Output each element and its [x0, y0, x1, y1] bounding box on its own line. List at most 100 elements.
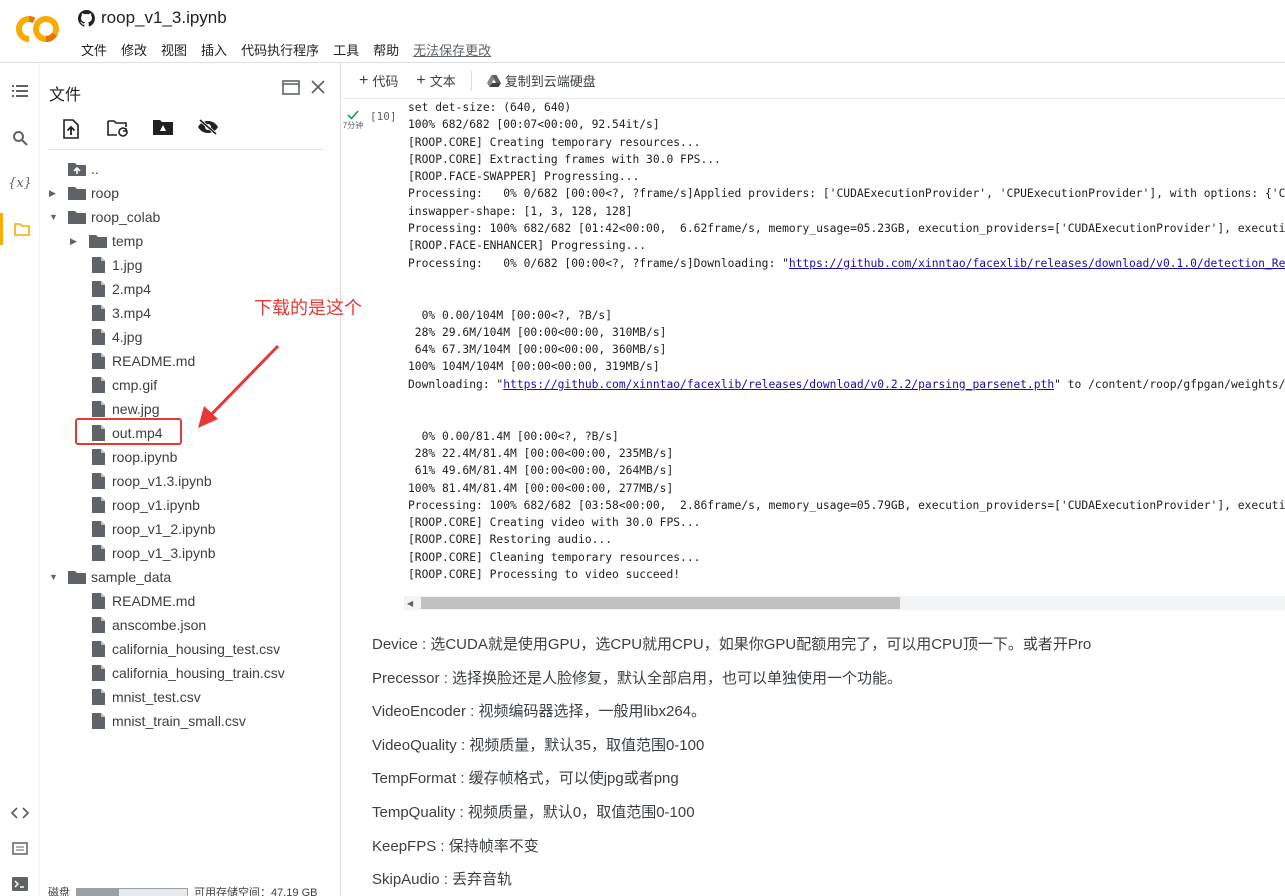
output-line: inswapper-shape: [1, 3, 128, 128]: [408, 204, 633, 218]
tree-file[interactable]: mnist_test.csv: [88, 685, 201, 709]
tree-file[interactable]: california_housing_train.csv: [88, 661, 285, 685]
annotation-highlight-box: [75, 418, 182, 445]
table-of-contents-icon[interactable]: [0, 75, 40, 107]
tree-file[interactable]: roop.ipynb: [88, 445, 177, 469]
output-line: 28% 22.4M/81.4M [00:00<00:00, 235MB/s]: [408, 446, 674, 460]
tree-file[interactable]: anscombe.json: [88, 613, 206, 637]
tree-item-label: sample_data: [91, 569, 172, 585]
tree-item-label: 1.jpg: [112, 257, 143, 273]
mount-drive-icon[interactable]: [152, 119, 197, 139]
output-line: [ROOP.CORE] Cleaning temporary resources…: [408, 550, 701, 564]
notebook-title[interactable]: roop_v1_3.ipynb: [101, 8, 227, 28]
add-code-button[interactable]: + 代码: [350, 71, 407, 90]
file-icon: [88, 353, 108, 369]
tree-file[interactable]: cmp.gif: [88, 373, 157, 397]
tree-file[interactable]: README.md: [88, 589, 195, 613]
output-line: [ROOP.FACE-SWAPPER] Progressing...: [408, 170, 640, 184]
hide-files-icon[interactable]: [197, 119, 242, 139]
tree-item-label: mnist_train_small.csv: [112, 713, 246, 729]
menu-tools[interactable]: 工具: [326, 40, 366, 59]
tree-item-label: new.jpg: [112, 401, 160, 417]
menu-insert[interactable]: 插入: [194, 40, 234, 59]
download-link[interactable]: https://github.com/xinntao/facexlib/rele…: [789, 257, 1285, 270]
tree-item-label: anscombe.json: [112, 617, 207, 633]
menu-edit[interactable]: 修改: [114, 40, 154, 59]
output-line: Processing: 0% 0/682 [00:00<?, ?frame/s]…: [408, 255, 1285, 272]
output-line: [ROOP.CORE] Creating temporary resources…: [408, 135, 701, 149]
close-icon[interactable]: [311, 80, 325, 94]
tree-file[interactable]: 4.jpg: [88, 325, 142, 349]
output-line: Downloading: "https://github.com/xinntao…: [408, 377, 1285, 391]
folder-icon[interactable]: [0, 213, 40, 245]
scrollbar-thumb[interactable]: [421, 597, 900, 609]
output-line: 0% 0.00/81.4M [00:00<?, ?B/s]: [408, 429, 619, 443]
refresh-folder-icon[interactable]: [107, 119, 152, 139]
menu-help[interactable]: 帮助: [366, 40, 406, 59]
download-link[interactable]: https://github.com/xinntao/facexlib/rele…: [503, 378, 1054, 391]
tree-file[interactable]: california_housing_test.csv: [88, 637, 280, 661]
command-palette-icon[interactable]: [0, 832, 40, 864]
menu-file[interactable]: 文件: [74, 40, 114, 59]
tree-item-label: README.md: [112, 353, 196, 369]
tree-file[interactable]: 3.mp4: [88, 301, 151, 325]
tree-folder[interactable]: ▼ roop_colab: [49, 205, 160, 229]
tree-file[interactable]: roop_v1_3.ipynb: [88, 541, 216, 565]
tree-file[interactable]: roop_v1.ipynb: [88, 493, 200, 517]
chevron-right-icon[interactable]: ▶: [70, 236, 77, 247]
chevron-down-icon[interactable]: ▼: [49, 572, 58, 582]
tree-file[interactable]: 2.mp4: [88, 277, 151, 301]
scroll-left-icon[interactable]: ◀: [407, 599, 413, 608]
tree-parent-dir[interactable]: ..: [67, 157, 99, 181]
colab-window: roop_v1_3.ipynb 文件 修改 视图 插入 代码执行程序 工具 帮助…: [0, 0, 1285, 896]
file-icon: [88, 473, 108, 489]
tree-file[interactable]: mnist_train_small.csv: [88, 709, 246, 733]
tree-item-label: roop_v1.ipynb: [112, 497, 200, 513]
upload-icon[interactable]: [62, 119, 107, 139]
copy-to-drive-button[interactable]: 复制到云端硬盘: [478, 71, 605, 90]
tree-folder[interactable]: ▼ sample_data: [49, 565, 172, 589]
tree-file[interactable]: roop_v1.3.ipynb: [88, 469, 212, 493]
tree-item-label: README.md: [112, 593, 196, 609]
tree-item-label: ..: [91, 161, 99, 177]
output-line: [ROOP.FACE-ENHANCER] Progressing...: [408, 239, 647, 253]
folder-icon: [88, 234, 108, 248]
tree-item-label: 2.mp4: [112, 281, 151, 297]
tree-file[interactable]: README.md: [88, 349, 195, 373]
output-line: [ROOP.CORE] Processing to video succeed!: [408, 568, 681, 582]
description-line: TempQuality : 视频质量，默认0，取值范围0-100: [372, 803, 695, 821]
tree-item-label: roop.ipynb: [112, 449, 178, 465]
output-line: 64% 67.3M/104M [00:00<00:00, 360MB/s]: [408, 343, 667, 357]
cell-gutter: 7分钟 [10]: [342, 100, 404, 610]
output-line: 100% 682/682 [00:07<00:00, 92.54it/s]: [408, 118, 660, 132]
menu-view[interactable]: 视图: [154, 40, 194, 59]
annotation-text: 下载的是这个: [254, 298, 362, 318]
variables-icon[interactable]: {x}: [0, 167, 40, 199]
colab-logo[interactable]: [14, 12, 62, 46]
chevron-down-icon[interactable]: ▼: [49, 212, 58, 222]
unsaved-changes-link[interactable]: 无法保存更改: [406, 40, 498, 59]
file-icon: [88, 329, 108, 345]
horizontal-scrollbar[interactable]: ◀: [404, 596, 1285, 610]
output-line: Processing: 100% 682/682 [01:42<00:00, 6…: [408, 222, 1285, 236]
file-icon: [88, 305, 108, 321]
add-text-button[interactable]: + 文本: [407, 71, 464, 90]
menu-runtime[interactable]: 代码执行程序: [234, 40, 326, 59]
tree-file[interactable]: 1.jpg: [88, 253, 142, 277]
code-snippets-icon[interactable]: [0, 797, 40, 829]
tree-item-label: cmp.gif: [112, 377, 158, 393]
markdown-description: Device : 选CUDA就是使用GPU，选CPU就用CPU，如果你GPU配额…: [372, 633, 1091, 896]
drive-icon: [486, 74, 501, 87]
open-in-window-icon[interactable]: [282, 80, 300, 95]
tree-folder[interactable]: ▶ roop: [49, 181, 120, 205]
file-icon: [88, 617, 108, 633]
chevron-right-icon[interactable]: ▶: [49, 188, 56, 199]
terminal-icon[interactable]: [0, 868, 40, 896]
folder-icon: [67, 570, 87, 584]
search-icon[interactable]: [0, 122, 40, 154]
files-actions: [62, 119, 242, 139]
tree-file[interactable]: roop_v1_2.ipynb: [88, 517, 216, 541]
tree-folder[interactable]: ▶ temp: [70, 229, 143, 253]
execution-time: 7分钟: [342, 121, 364, 130]
tree-item-label: roop: [91, 185, 120, 201]
